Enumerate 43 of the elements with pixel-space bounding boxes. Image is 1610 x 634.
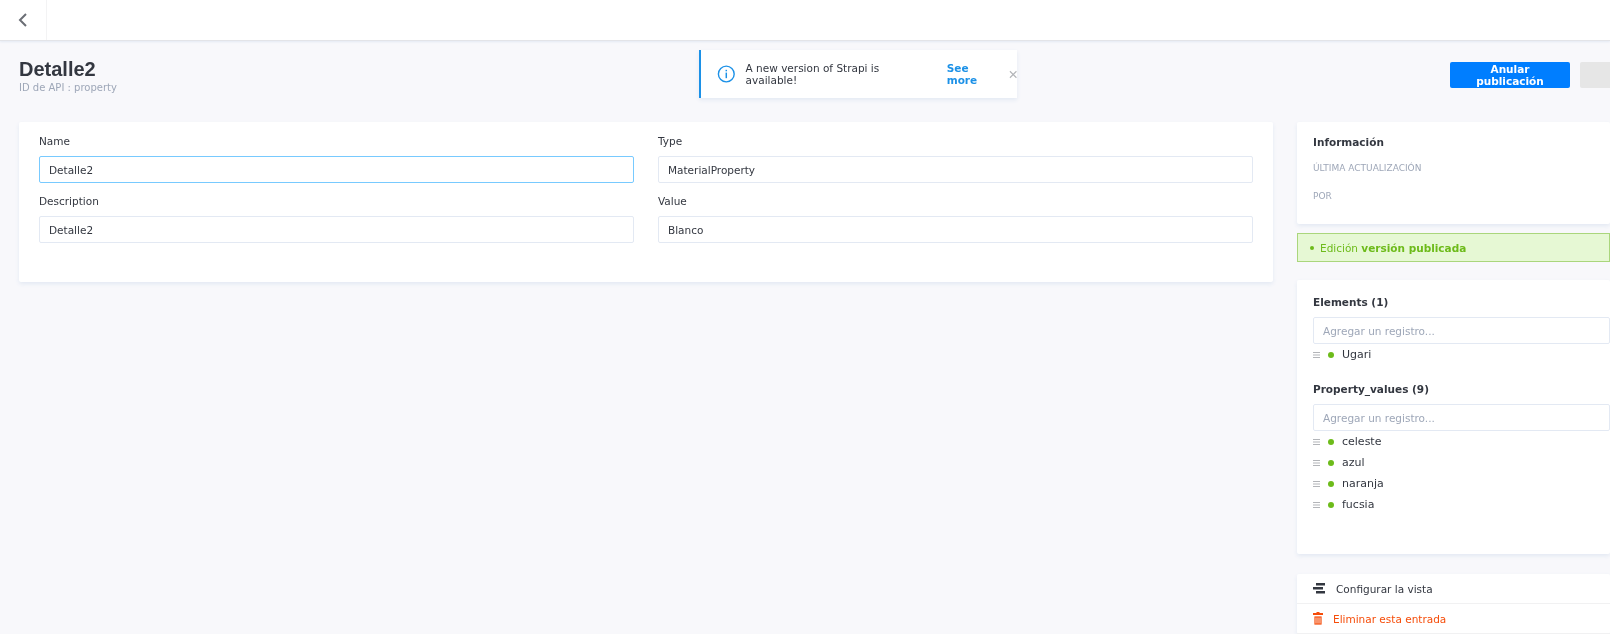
field-label: Value	[658, 195, 688, 207]
publish-status: Edición versión publicada	[1297, 233, 1610, 262]
drag-handle-icon[interactable]	[1313, 501, 1320, 508]
input-field[interactable]: Detalle2	[39, 216, 634, 243]
relation-title: Property_values (9)	[1313, 383, 1430, 395]
status-dot-icon	[1328, 480, 1334, 487]
chevron-left-icon	[18, 13, 28, 27]
relation-search-field[interactable]: Agregar un registro...	[1313, 404, 1610, 431]
status-dot-icon	[1328, 438, 1334, 445]
field-label: Description	[39, 195, 100, 207]
input-field[interactable]: MaterialProperty	[658, 156, 1253, 183]
field-label: Type	[658, 135, 684, 147]
info-title: Información	[1313, 136, 1385, 148]
drag-handle-icon[interactable]	[1313, 351, 1320, 358]
status-dot-icon	[1328, 351, 1334, 358]
relation-item[interactable]: azul	[1342, 456, 1365, 469]
input-field[interactable]: Blanco	[658, 216, 1253, 243]
input-field[interactable]: Detalle2	[39, 156, 634, 183]
relation-item[interactable]: fucsia	[1342, 498, 1375, 511]
status-dot-icon	[1328, 459, 1334, 466]
status-dot-icon	[1328, 501, 1334, 508]
field-label: Name	[39, 135, 71, 147]
relation-item[interactable]: naranja	[1342, 477, 1384, 490]
drag-handle-icon[interactable]	[1313, 438, 1320, 445]
sidebar-link[interactable]: Configurar la vista	[1297, 574, 1610, 604]
page-title: Detalle2	[19, 57, 97, 81]
sidebar-link[interactable]: Eliminar esta entrada	[1297, 604, 1610, 634]
info-label: POR	[1313, 191, 1333, 201]
relation-item[interactable]: Ugari	[1342, 348, 1372, 361]
api-id-text: ID de API : property	[19, 82, 118, 93]
drag-handle-icon[interactable]	[1313, 480, 1320, 487]
drag-handle-icon[interactable]	[1313, 459, 1320, 466]
relation-title: Elements (1)	[1313, 296, 1390, 308]
unpublish-button[interactable]: Anular publicación	[1450, 62, 1570, 88]
relation-search-field[interactable]: Agregar un registro...	[1313, 317, 1610, 344]
trash-icon	[1313, 612, 1323, 625]
relation-item[interactable]: celeste	[1342, 435, 1382, 448]
layout-icon	[1313, 583, 1326, 594]
info-icon	[717, 64, 736, 84]
back-button[interactable]	[0, 0, 47, 40]
close-icon[interactable]	[1008, 69, 1017, 79]
info-label: ÚLTIMA ACTUALIZACIÓN	[1313, 163, 1423, 173]
notification-message: A new version of Strapi is available!	[745, 62, 881, 86]
